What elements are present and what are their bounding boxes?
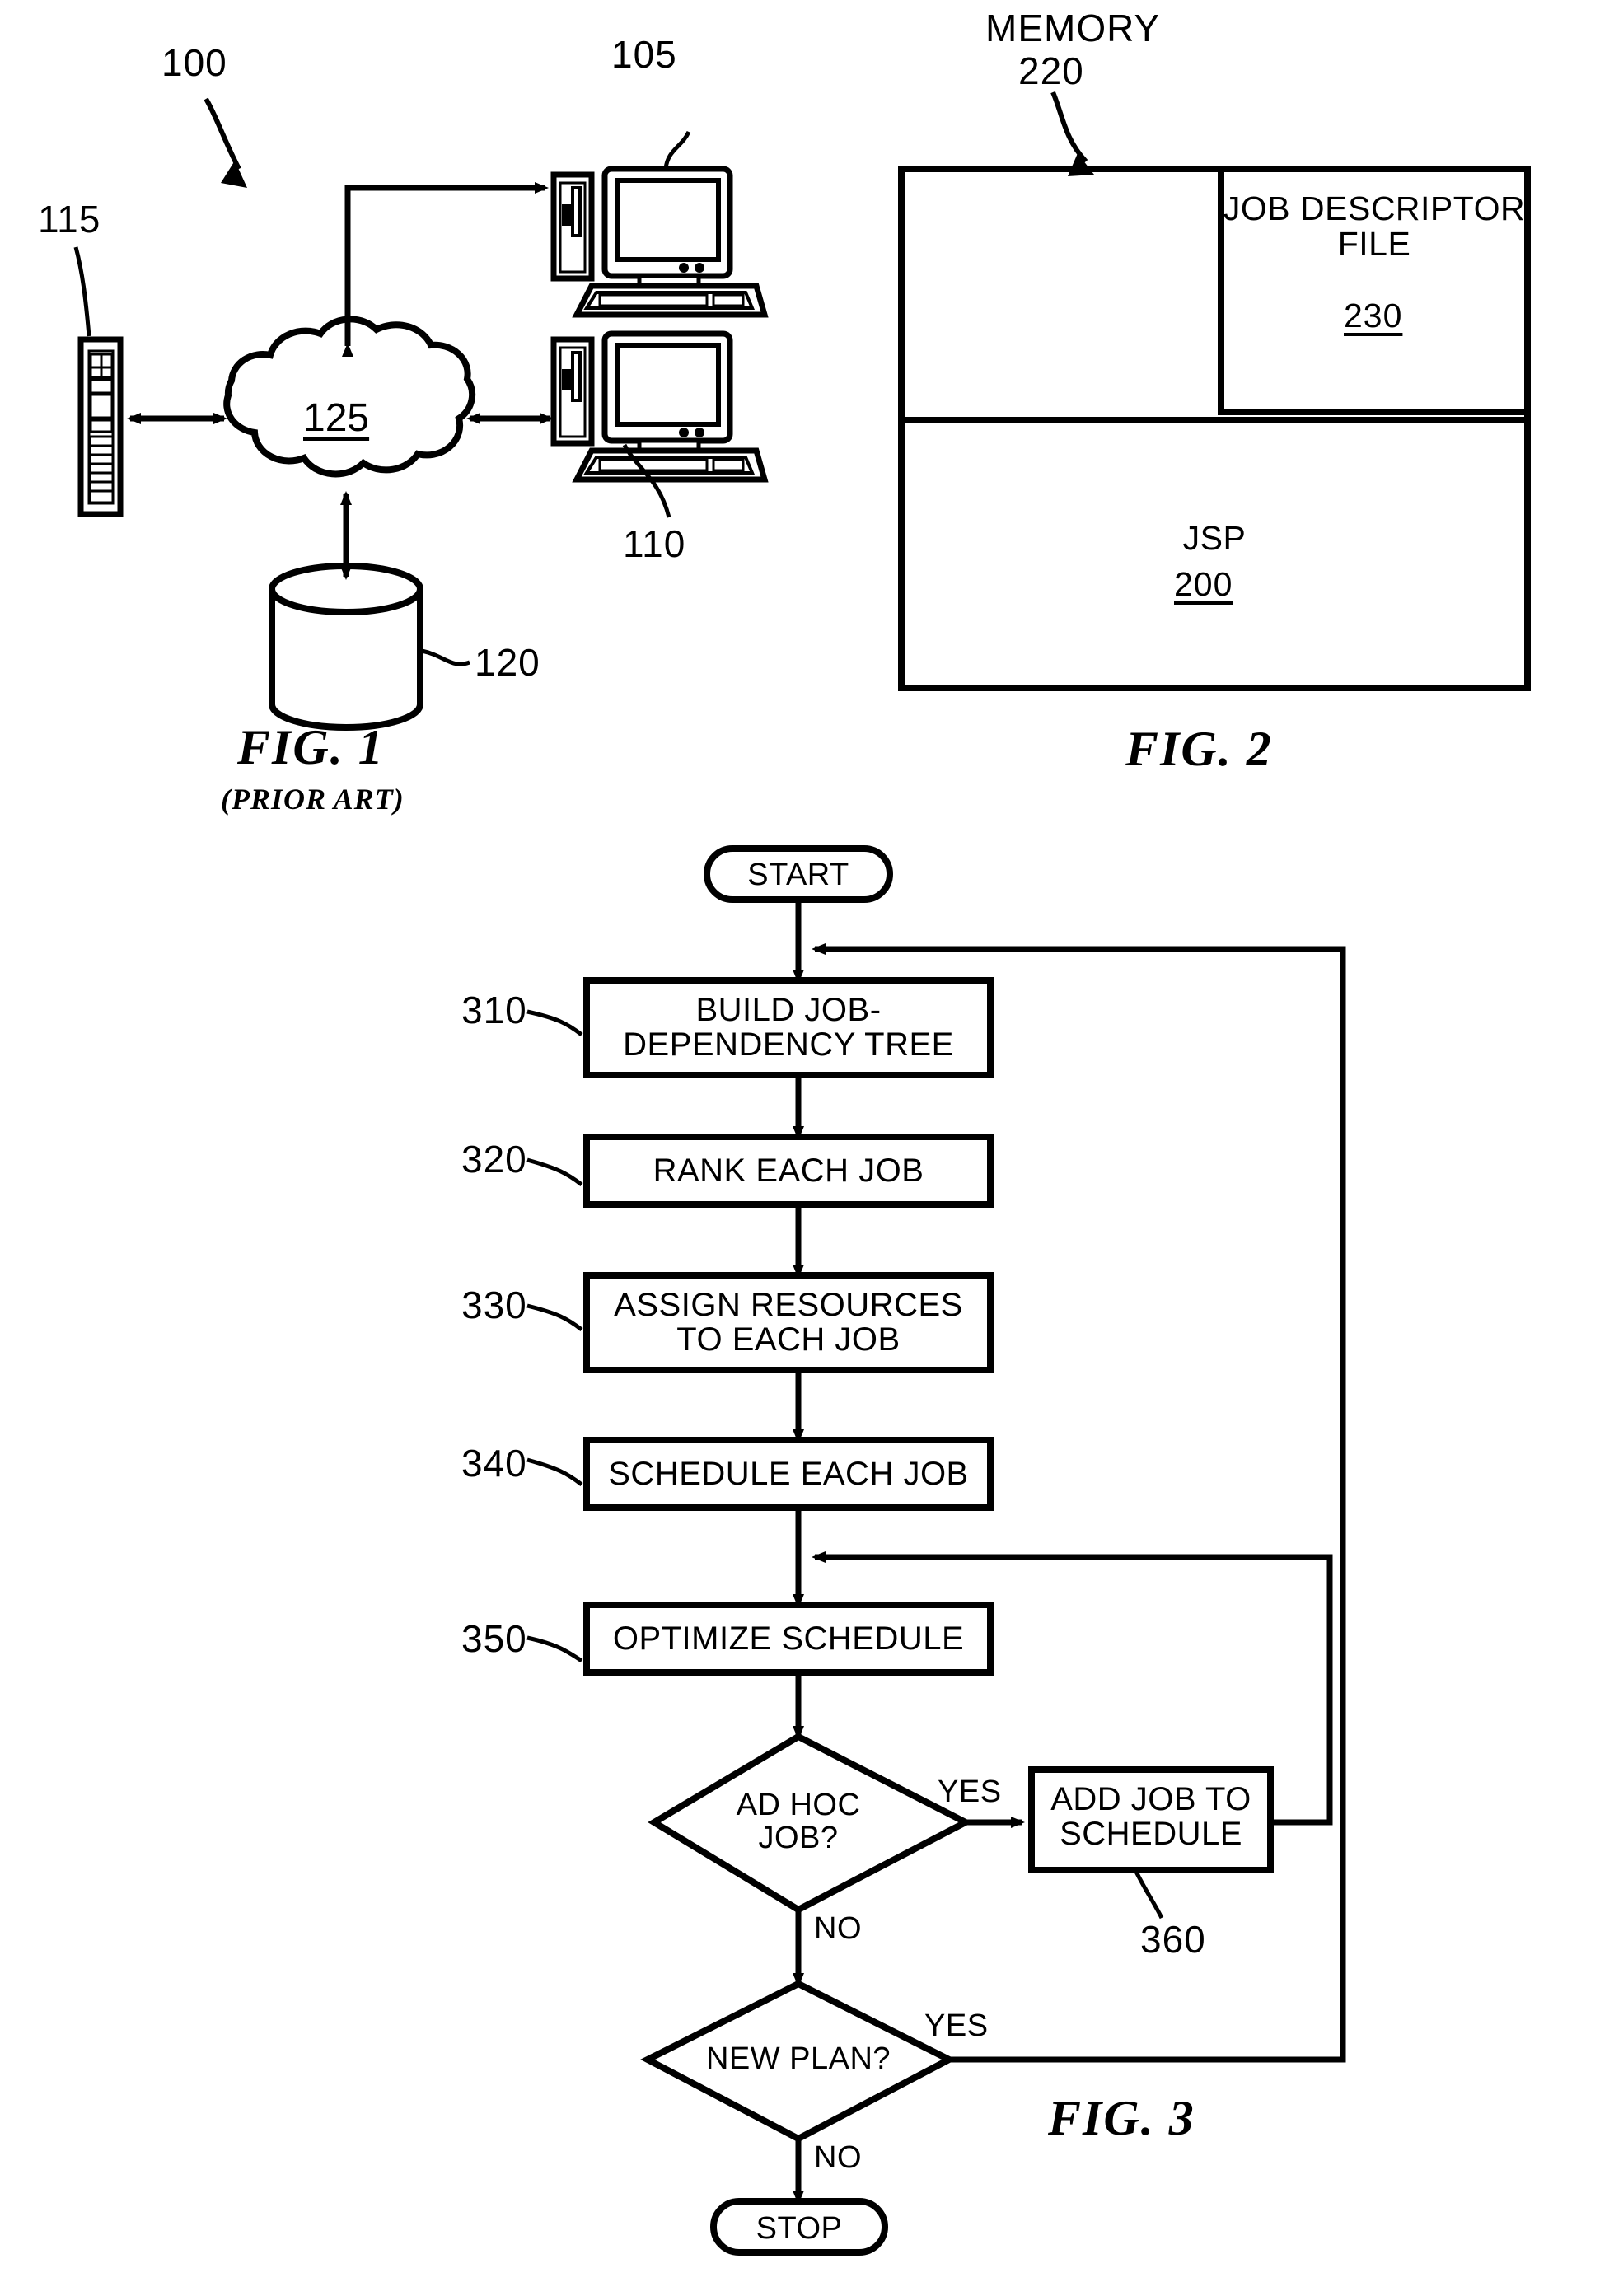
ref-number-125: 125 [303, 396, 370, 440]
decision-ad-hoc-line2: JOB? [758, 1820, 839, 1855]
jsp-block-label: JSP [1182, 519, 1247, 557]
figure1-subtitle: (PRIOR ART) [221, 783, 405, 816]
step-310-line2: DEPENDENCY TREE [623, 1026, 954, 1063]
ref-number-230: 230 [1344, 297, 1403, 334]
figure1-lineart [73, 97, 769, 731]
desktop-computer-icon-110 [550, 330, 769, 483]
step-310-line1: BUILD JOB- [695, 992, 882, 1028]
decision-new-plan: NEW PLAN? [705, 2041, 891, 2076]
ref-number-310: 310 [461, 989, 527, 1031]
branch-label-new-plan-no: NO [814, 2140, 862, 2175]
ref-number-360: 360 [1140, 1918, 1206, 1961]
step-add-job-to-schedule: ADD JOB TO SCHEDULE [1032, 1782, 1270, 1851]
figures-lineart [73, 91, 1531, 2256]
terminal-stop-label: STOP [756, 2211, 843, 2246]
ref-number-350: 350 [461, 1617, 527, 1660]
branch-label-new-plan-yes: YES [924, 2008, 989, 2043]
branch-label-ad-hoc-yes: YES [938, 1775, 1002, 1809]
ref-number-115: 115 [38, 198, 101, 241]
figure2-title: FIG. 2 [1125, 722, 1273, 776]
step-schedule-each-job: SCHEDULE EACH JOB [608, 1456, 969, 1492]
ref-number-100: 100 [161, 41, 227, 84]
step-360-line2: SCHEDULE [1060, 1816, 1242, 1852]
step-360-line1: ADD JOB TO [1050, 1781, 1251, 1817]
step-build-job-dependency-tree: BUILD JOB- DEPENDENCY TREE [587, 993, 990, 1062]
branch-label-ad-hoc-no: NO [814, 1911, 862, 1946]
step-optimize-schedule: OPTIMIZE SCHEDULE [612, 1620, 965, 1657]
database-cylinder-icon [269, 563, 423, 731]
ref-number-220: 220 [1018, 49, 1084, 92]
ref-number-200: 200 [1174, 565, 1233, 603]
ref-number-340: 340 [461, 1442, 527, 1485]
figure1-title: FIG. 1 [237, 720, 385, 774]
memory-label: MEMORY [985, 7, 1161, 49]
step-rank-each-job: RANK EACH JOB [653, 1153, 924, 1189]
step-330-line1: ASSIGN RESOURCES [614, 1287, 963, 1323]
ref-number-105: 105 [611, 33, 677, 76]
step-330-line2: TO EACH JOB [676, 1321, 901, 1358]
desktop-computer-icon-105 [550, 166, 769, 318]
ref-number-110: 110 [623, 522, 686, 565]
ref-number-120: 120 [475, 641, 540, 684]
drawing-sheet: 100 105 115 125 110 120 FIG. 1 (PRIOR AR… [0, 0, 1614, 2296]
decision-ad-hoc-line1: AD HOC [736, 1788, 861, 1822]
job-descriptor-file-line1: JOB DESCRIPTOR [1223, 189, 1526, 227]
terminal-start-label: START [747, 858, 849, 892]
server-rack-icon [77, 336, 124, 517]
decision-ad-hoc-job: AD HOC JOB? [695, 1789, 901, 1855]
figure3-title: FIG. 3 [1048, 2091, 1195, 2145]
step-assign-resources-to-each-job: ASSIGN RESOURCES TO EACH JOB [587, 1288, 990, 1357]
job-descriptor-file-block: JOB DESCRIPTOR FILE [1221, 189, 1527, 264]
ref-number-320: 320 [461, 1138, 527, 1181]
job-descriptor-file-line2: FILE [1337, 225, 1411, 264]
ref-number-330: 330 [461, 1284, 527, 1326]
